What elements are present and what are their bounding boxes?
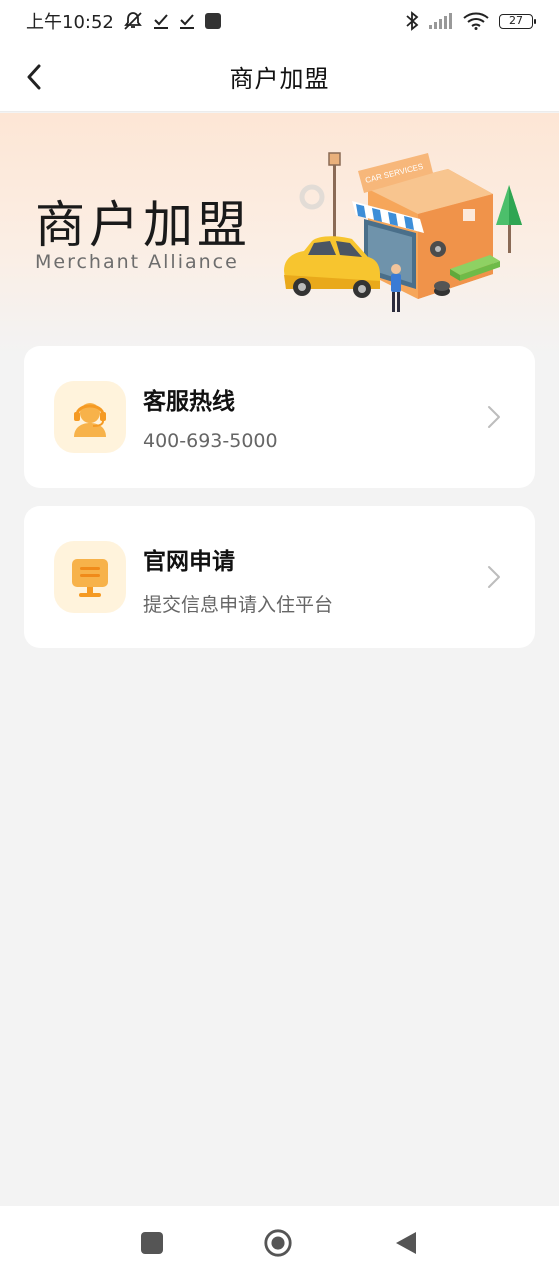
card-title: 官网申请 <box>143 549 235 575</box>
system-navigation-bar <box>0 1206 559 1280</box>
triangle-back-icon <box>396 1232 416 1254</box>
download-check-icon <box>152 12 170 30</box>
square-icon <box>141 1232 163 1254</box>
circle-home-icon <box>264 1229 292 1257</box>
card-icon-container <box>54 381 126 453</box>
back-system-button[interactable] <box>391 1228 421 1258</box>
banner-subtitle: Merchant Alliance <box>35 251 239 273</box>
status-time: 上午10:52 <box>26 12 114 33</box>
wifi-icon <box>463 12 489 30</box>
status-bar: 上午10:52 27 <box>0 0 559 42</box>
car-service-shop-illustration: CAR SERVICES <box>284 152 522 312</box>
banner-title: 商户加盟 <box>35 196 251 254</box>
hero-banner: 商户加盟 Merchant Alliance CAR SERVICES <box>0 113 559 353</box>
hotline-number: 400-693-5000 <box>143 430 278 452</box>
recent-apps-button[interactable] <box>137 1228 167 1258</box>
battery-indicator: 27 <box>499 13 536 29</box>
app-notification-icon <box>204 12 222 30</box>
signal-icon <box>429 13 453 29</box>
top-nav-bar: 商户加盟 <box>0 42 559 112</box>
card-title: 客服热线 <box>143 389 235 415</box>
monitor-icon <box>72 559 108 597</box>
card-subtitle: 提交信息申请入住平台 <box>143 594 334 616</box>
headset-agent-icon <box>74 403 106 437</box>
chevron-left-icon <box>27 64 41 90</box>
mute-bell-icon <box>122 11 144 31</box>
back-button[interactable] <box>14 57 54 97</box>
download-check-icon <box>178 12 196 30</box>
home-button[interactable] <box>263 1228 293 1258</box>
official-application-card[interactable]: 官网申请 提交信息申请入住平台 <box>24 506 535 648</box>
page-title: 商户加盟 <box>229 65 330 93</box>
card-icon-container <box>54 541 126 613</box>
bluetooth-icon <box>405 11 419 31</box>
chevron-right-icon <box>488 566 500 588</box>
chevron-right-icon <box>488 406 500 428</box>
customer-hotline-card[interactable]: 客服热线 400-693-5000 <box>24 346 535 488</box>
